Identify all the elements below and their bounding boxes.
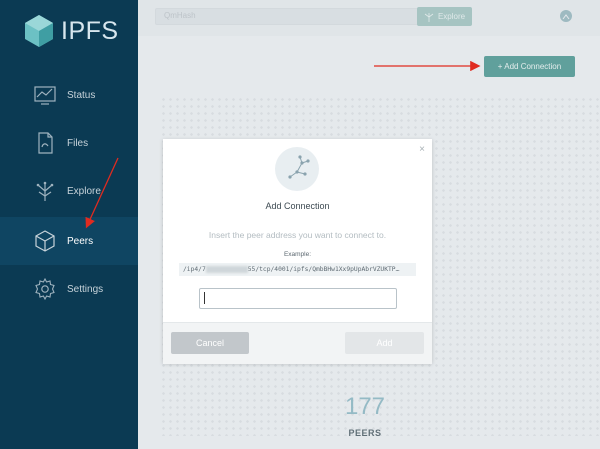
add-button-label: Add [376, 338, 393, 348]
settings-gear-icon [35, 277, 55, 301]
cancel-button[interactable]: Cancel [171, 332, 249, 354]
sidebar-item-files[interactable]: Files [0, 119, 138, 167]
sidebar: IPFS Status Files Explore Peers Settings [0, 0, 138, 449]
modal-title: Add Connection [265, 201, 330, 211]
modal-footer: Cancel Add [163, 322, 432, 364]
cancel-button-label: Cancel [195, 338, 224, 348]
sidebar-item-settings[interactable]: Settings [0, 265, 138, 313]
status-monitor-icon [34, 86, 56, 105]
redacted-ip [205, 265, 248, 273]
modal-subtitle: Insert the peer address you want to conn… [208, 230, 387, 240]
close-icon[interactable]: × [419, 144, 425, 155]
peer-address-input[interactable] [199, 288, 397, 309]
example-address: /ip4/7 55/tcp/4001/ipfs/QmbBHw1Xx9pUpAbrV… [179, 263, 416, 276]
ipfs-cube-logo-icon [25, 15, 53, 47]
peers-cube-icon [35, 230, 55, 252]
sidebar-item-label: Explore [67, 185, 101, 197]
peer-network-icon [275, 147, 319, 191]
logo-text: IPFS [61, 16, 119, 45]
example-label: Example: [283, 251, 312, 258]
explore-tree-icon [36, 181, 54, 201]
example-address-suffix: 55/tcp/4001/ipfs/QmbBHw1Xx9pUpAbrVZUKTP… [247, 266, 400, 273]
sidebar-item-label: Files [67, 137, 89, 149]
sidebar-item-label: Status [67, 89, 96, 101]
example-address-prefix: /ip4/7 [183, 266, 206, 273]
text-cursor [204, 292, 205, 304]
sidebar-item-status[interactable]: Status [0, 71, 138, 119]
ipfs-logo[interactable]: IPFS [24, 14, 119, 48]
sidebar-item-peers[interactable]: Peers [0, 217, 138, 265]
sidebar-item-label: Peers [67, 235, 94, 247]
files-document-icon [38, 132, 53, 154]
sidebar-item-explore[interactable]: Explore [0, 167, 138, 215]
sidebar-item-label: Settings [67, 283, 104, 295]
add-button[interactable]: Add [345, 332, 424, 354]
add-connection-modal: × Add Connection Insert the peer address… [163, 139, 432, 364]
